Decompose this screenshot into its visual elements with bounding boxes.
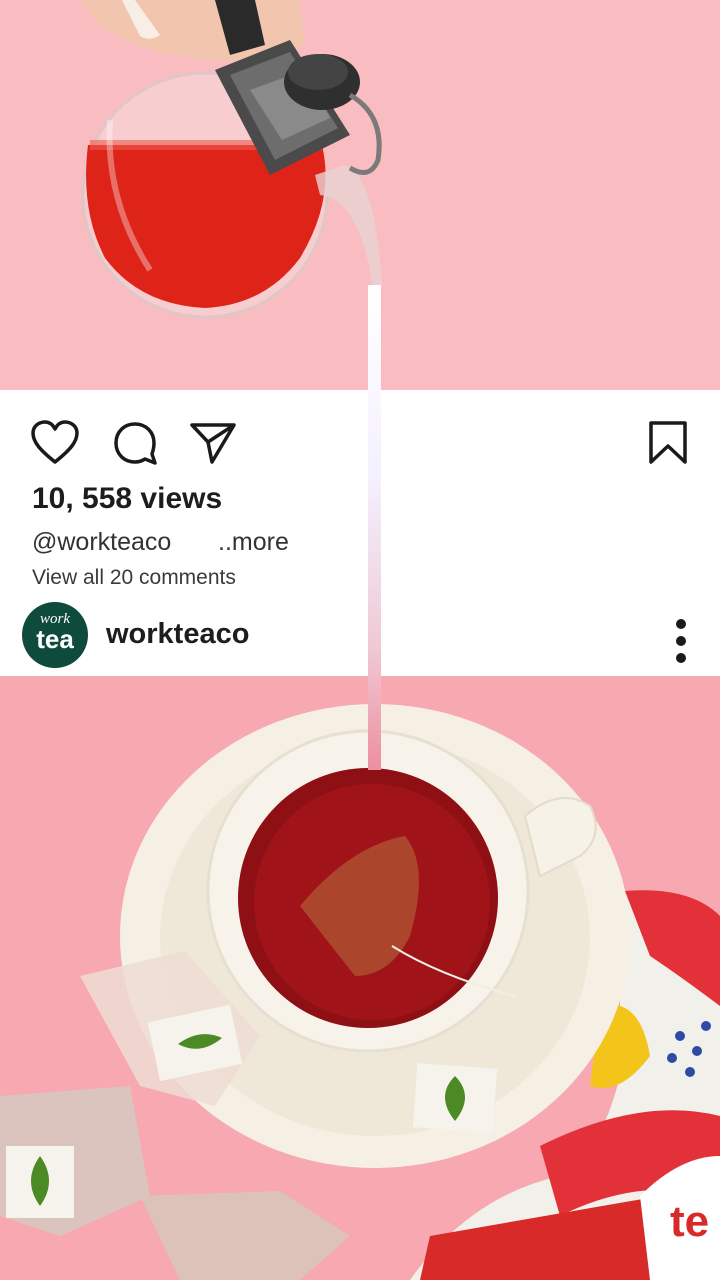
avatar-text-bottom: tea	[36, 624, 74, 654]
more-link[interactable]: ..more	[218, 528, 289, 557]
teapot-photo	[0, 0, 720, 390]
post-card: 10, 558 views @workteaco ..more View all…	[0, 390, 720, 676]
view-count: 10, 558 views	[32, 482, 223, 515]
username[interactable]: workteaco	[106, 618, 249, 651]
send-icon[interactable]	[188, 420, 238, 466]
tea-cup-illustration: te	[0, 704, 720, 1280]
heart-icon[interactable]	[30, 420, 80, 466]
svg-text:te: te	[670, 1197, 709, 1246]
post-handle[interactable]: @workteaco	[32, 528, 171, 557]
tea-cup-photo: te	[0, 676, 720, 1280]
tea-stream	[368, 285, 381, 770]
more-vertical-icon[interactable]	[670, 618, 692, 664]
view-comments-link[interactable]: View all 20 comments	[32, 566, 236, 590]
avatar[interactable]: work tea	[22, 602, 88, 668]
comment-bubble-icon[interactable]	[112, 420, 158, 466]
teapot-illustration	[80, 0, 382, 319]
bookmark-icon[interactable]	[648, 420, 688, 466]
